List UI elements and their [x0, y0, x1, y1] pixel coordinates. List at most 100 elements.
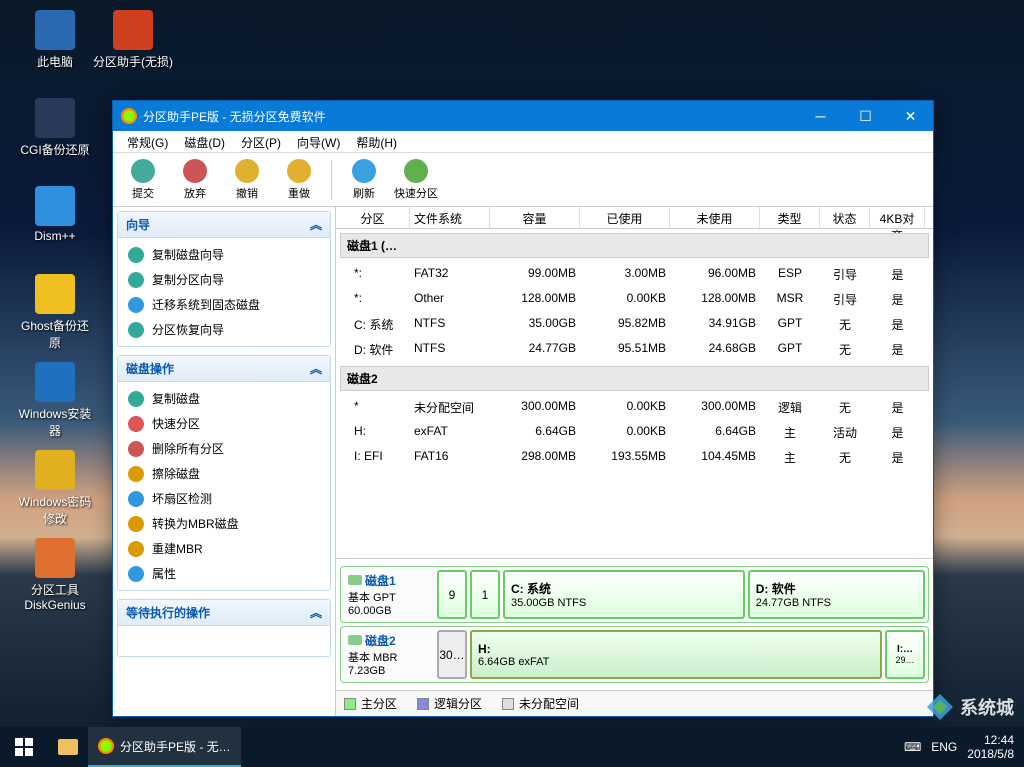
panel-item-label: 迁移系统到固态磁盘: [152, 296, 260, 313]
partition-row[interactable]: H:exFAT6.64GB0.00KB6.64GB主活动是: [336, 420, 933, 445]
grid-header-cell[interactable]: 容量: [490, 207, 580, 228]
diskmap-part-i[interactable]: I:…29…: [885, 630, 925, 679]
toolbar-放弃-button[interactable]: 放弃: [170, 155, 220, 205]
file-explorer-icon[interactable]: [48, 727, 88, 767]
grid-header-cell[interactable]: 4KB对齐: [870, 207, 925, 228]
toolbar-icon: [183, 159, 207, 183]
keyboard-icon[interactable]: ⌨: [904, 740, 921, 754]
menu-item[interactable]: 帮助(H): [348, 131, 405, 152]
watermark: 系统城: [925, 692, 1014, 722]
partition-row[interactable]: D: 软件NTFS24.77GB95.51MB24.68GBGPT无是: [336, 337, 933, 362]
panel-item[interactable]: 迁移系统到固态磁盘: [118, 292, 330, 317]
panel-item-label: 重建MBR: [152, 540, 203, 557]
diskops-panel: 磁盘操作︽ 复制磁盘快速分区删除所有分区擦除磁盘坏扇区检测转换为MBR磁盘重建M…: [117, 355, 331, 591]
toolbar-提交-button[interactable]: 提交: [118, 155, 168, 205]
diskmap-part-esp[interactable]: 9: [437, 570, 467, 619]
legend: 主分区 逻辑分区 未分配空间: [336, 690, 933, 716]
app-icon: [121, 108, 137, 124]
grid-header-cell[interactable]: 文件系统: [410, 207, 490, 228]
grid-header-cell[interactable]: 状态: [820, 207, 870, 228]
grid-header-cell[interactable]: 类型: [760, 207, 820, 228]
toolbar-icon: [287, 159, 311, 183]
panel-item[interactable]: 擦除磁盘: [118, 461, 330, 486]
partition-row[interactable]: I: EFIFAT16298.00MB193.55MB104.45MB主无是: [336, 445, 933, 470]
language-indicator[interactable]: ENG: [931, 740, 957, 754]
pending-panel: 等待执行的操作︽: [117, 599, 331, 657]
taskbar: 分区助手PE版 - 无… ⌨ ENG 12:442018/5/8: [0, 727, 1024, 767]
panel-item-label: 擦除磁盘: [152, 465, 200, 482]
desktop-icon-0[interactable]: 此电脑: [15, 10, 95, 70]
panel-item-label: 坏扇区检测: [152, 490, 212, 507]
diskmap-part-d[interactable]: D: 软件24.77GB NTFS: [748, 570, 925, 619]
taskbar-app-button[interactable]: 分区助手PE版 - 无…: [88, 727, 241, 767]
toolbar-刷新-button[interactable]: 刷新: [339, 155, 389, 205]
desktop-icon-1[interactable]: 分区助手(无损): [93, 10, 173, 70]
diskmap-disk1[interactable]: 磁盘1 基本 GPT 60.00GB 9 1 C: 系统35.00GB NTFS…: [340, 566, 929, 623]
toolbar-label: 重做: [288, 185, 310, 201]
titlebar[interactable]: 分区助手PE版 - 无损分区免费软件 ─ ☐ ✕: [113, 101, 933, 131]
disk2-header[interactable]: 磁盘2: [340, 366, 929, 391]
maximize-button[interactable]: ☐: [843, 101, 888, 131]
panel-item[interactable]: 转换为MBR磁盘: [118, 511, 330, 536]
diskops-panel-header[interactable]: 磁盘操作︽: [118, 356, 330, 382]
partition-row[interactable]: *:FAT3299.00MB3.00MB96.00MBESP引导是: [336, 262, 933, 287]
panel-item[interactable]: 重建MBR: [118, 536, 330, 561]
desktop-icon-5[interactable]: Windows安装器: [15, 362, 95, 439]
grid-body: 磁盘1 (… *:FAT3299.00MB3.00MB96.00MBESP引导是…: [336, 229, 933, 558]
panel-item[interactable]: 复制磁盘向导: [118, 242, 330, 267]
toolbar-快速分区-button[interactable]: 快速分区: [391, 155, 441, 205]
diskmap-part-h[interactable]: H:6.64GB exFAT: [470, 630, 882, 679]
panel-item[interactable]: 复制磁盘: [118, 386, 330, 411]
diskmap-part-c[interactable]: C: 系统35.00GB NTFS: [503, 570, 745, 619]
desktop-icon-4[interactable]: Ghost备份还原: [15, 274, 95, 351]
desktop-icon-label: Dism++: [15, 229, 95, 243]
minimize-button[interactable]: ─: [798, 101, 843, 131]
window-title: 分区助手PE版 - 无损分区免费软件: [143, 108, 798, 125]
clock[interactable]: 12:442018/5/8: [967, 733, 1014, 761]
panel-item-icon: [128, 566, 144, 582]
panel-item[interactable]: 属性: [118, 561, 330, 586]
panel-item[interactable]: 复制分区向导: [118, 267, 330, 292]
panel-item-label: 复制磁盘: [152, 390, 200, 407]
wizard-panel-header[interactable]: 向导︽: [118, 212, 330, 238]
legend-logical: 逻辑分区: [417, 695, 482, 712]
close-button[interactable]: ✕: [888, 101, 933, 131]
toolbar-label: 刷新: [353, 185, 375, 201]
desktop-icon-2[interactable]: CGI备份还原: [15, 98, 95, 158]
toolbar-重做-button[interactable]: 重做: [274, 155, 324, 205]
desktop-icon-7[interactable]: 分区工具DiskGenius: [15, 538, 95, 612]
desktop-icon-label: 分区工具DiskGenius: [15, 581, 95, 612]
grid-header-cell[interactable]: 已使用: [580, 207, 670, 228]
panel-item[interactable]: 快速分区: [118, 411, 330, 436]
start-button[interactable]: [0, 727, 48, 767]
diskmap-part-msr[interactable]: 1: [470, 570, 500, 619]
right-panel: 分区文件系统容量已使用未使用类型状态4KB对齐 磁盘1 (… *:FAT3299…: [336, 207, 933, 716]
windows-icon: [15, 738, 33, 756]
menu-item[interactable]: 分区(P): [233, 131, 289, 152]
grid-header-cell[interactable]: 未使用: [670, 207, 760, 228]
pending-panel-header[interactable]: 等待执行的操作︽: [118, 600, 330, 626]
diskmap-disk2[interactable]: 磁盘2 基本 MBR 7.23GB 30… H:6.64GB exFAT I:……: [340, 626, 929, 683]
menu-item[interactable]: 常规(G): [119, 131, 176, 152]
panel-item[interactable]: 分区恢复向导: [118, 317, 330, 342]
partition-row[interactable]: *未分配空间300.00MB0.00KB300.00MB逻辑无是: [336, 395, 933, 420]
partition-row[interactable]: *:Other128.00MB0.00KB128.00MBMSR引导是: [336, 287, 933, 312]
desktop-icon-3[interactable]: Dism++: [15, 186, 95, 243]
menu-item[interactable]: 磁盘(D): [176, 131, 233, 152]
desktop-icon-label: CGI备份还原: [15, 141, 95, 158]
toolbar-撤销-button[interactable]: 撤销: [222, 155, 272, 205]
wizard-panel: 向导︽ 复制磁盘向导复制分区向导迁移系统到固态磁盘分区恢复向导: [117, 211, 331, 347]
legend-primary: 主分区: [344, 695, 397, 712]
panel-item-icon: [128, 391, 144, 407]
panel-item[interactable]: 删除所有分区: [118, 436, 330, 461]
panel-item-label: 快速分区: [152, 415, 200, 432]
menu-item[interactable]: 向导(W): [289, 131, 348, 152]
disk1-header[interactable]: 磁盘1 (…: [340, 233, 929, 258]
left-panel: 向导︽ 复制磁盘向导复制分区向导迁移系统到固态磁盘分区恢复向导 磁盘操作︽ 复制…: [113, 207, 336, 716]
grid-header-cell[interactable]: 分区: [336, 207, 410, 228]
panel-item-icon: [128, 441, 144, 457]
diskmap-part-unalloc[interactable]: 30…: [437, 630, 467, 679]
partition-row[interactable]: C: 系统NTFS35.00GB95.82MB34.91GBGPT无是: [336, 312, 933, 337]
panel-item[interactable]: 坏扇区检测: [118, 486, 330, 511]
desktop-icon-6[interactable]: Windows密码修改: [15, 450, 95, 527]
